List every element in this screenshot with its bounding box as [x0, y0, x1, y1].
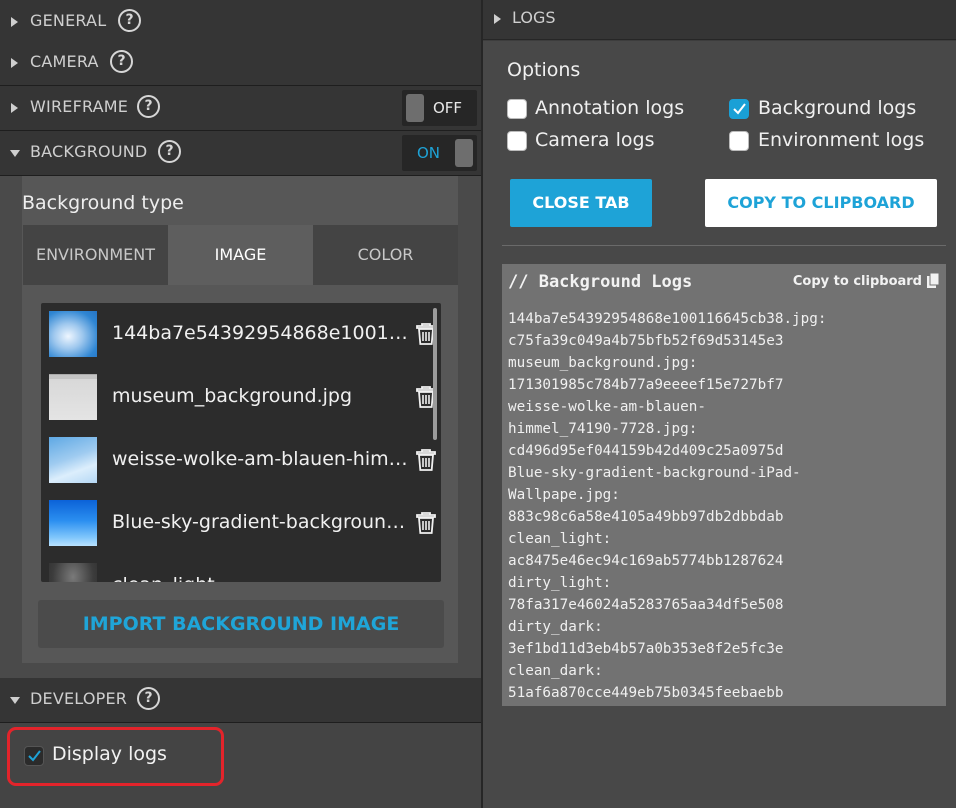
log-line: 78fa317e46024a5283765aa34df5e508: [508, 597, 784, 613]
toggle-knob: [406, 94, 424, 122]
help-icon[interactable]: ?: [137, 687, 160, 710]
wireframe-toggle[interactable]: OFF: [402, 90, 477, 126]
settings-panel: GENERAL ? CAMERA ? WIREFRAME ? OFF BACKG…: [0, 0, 481, 808]
tab-image[interactable]: IMAGE: [168, 225, 313, 285]
help-icon[interactable]: ?: [137, 95, 160, 118]
section-wireframe-title: WIREFRAME: [30, 97, 129, 116]
display-logs-option[interactable]: Display logs: [7, 727, 224, 786]
camera-logs-checkbox[interactable]: [507, 131, 527, 151]
list-item[interactable]: Blue-sky-gradient-background-iPad-Wallpa…: [41, 492, 441, 554]
display-logs-checkbox[interactable]: [24, 746, 44, 766]
image-name: weisse-wolke-am-blauen-himmel_74190-7728…: [112, 448, 412, 470]
log-line: 3ef1bd11d3eb4b57a0b353e8f2e5fc3e: [508, 641, 784, 657]
expand-arrow-icon: [11, 103, 18, 113]
section-background[interactable]: BACKGROUND ? ON: [0, 131, 481, 176]
image-thumbnail: [49, 500, 97, 546]
close-tab-button[interactable]: CLOSE TAB: [510, 179, 652, 227]
log-line: Wallpape.jpg:: [508, 487, 620, 503]
checkmark-icon: [733, 103, 746, 115]
clipboard-icon[interactable]: [926, 273, 940, 289]
list-item[interactable]: clean_light: [41, 555, 441, 582]
background-logs-checkbox[interactable]: [729, 99, 749, 119]
section-wireframe[interactable]: WIREFRAME ? OFF: [0, 86, 481, 131]
log-line: cd496d95ef044159b42d409c25a0975d: [508, 443, 784, 459]
section-camera[interactable]: CAMERA ?: [0, 41, 481, 86]
environment-logs-checkbox[interactable]: [729, 131, 749, 151]
image-name: clean_light: [112, 574, 412, 582]
log-line: 51af6a870cce449eb75b0345feebaebb: [508, 685, 784, 701]
log-line: himmel_74190-7728.jpg:: [508, 421, 698, 437]
list-item[interactable]: 144ba7e54392954868e100116645cb38.jpg: [41, 303, 441, 365]
help-icon[interactable]: ?: [158, 140, 181, 163]
tab-environment[interactable]: ENVIRONMENT: [23, 225, 168, 285]
toggle-state-label: ON: [417, 144, 441, 162]
image-name: Blue-sky-gradient-background-iPad-Wallpa…: [112, 511, 412, 533]
list-item[interactable]: weisse-wolke-am-blauen-himmel_74190-7728…: [41, 429, 441, 491]
expand-arrow-icon: [11, 58, 18, 68]
trash-icon[interactable]: [415, 448, 437, 472]
image-name: 144ba7e54392954868e100116645cb38.jpg: [112, 322, 412, 344]
log-line: museum_background.jpg:: [508, 355, 698, 371]
background-toggle[interactable]: ON: [402, 135, 477, 171]
expand-arrow-icon: [494, 14, 501, 24]
toggle-state-label: OFF: [433, 99, 463, 117]
options-heading: Options: [507, 59, 581, 81]
collapse-arrow-icon: [10, 150, 20, 157]
log-lines: 144ba7e54392954868e100116645cb38.jpg: c75…: [508, 308, 938, 704]
image-name: museum_background.jpg: [112, 385, 353, 407]
image-thumbnail: [49, 563, 97, 582]
annotation-logs-checkbox[interactable]: [507, 99, 527, 119]
section-general[interactable]: GENERAL ?: [0, 0, 481, 45]
image-thumbnail: [49, 437, 97, 483]
section-developer-title: DEVELOPER: [30, 689, 128, 708]
log-line: 144ba7e54392954868e100116645cb38.jpg:: [508, 311, 827, 327]
section-background-title: BACKGROUND: [30, 142, 148, 161]
logs-title: LOGS: [512, 8, 556, 27]
log-output: // Background Logs Copy to clipboard 144…: [502, 264, 946, 706]
copy-to-clipboard-button[interactable]: COPY TO CLIPBOARD: [705, 179, 937, 227]
log-line: weisse-wolke-am-blauen-: [508, 399, 706, 415]
section-general-title: GENERAL: [30, 11, 107, 30]
trash-icon[interactable]: [415, 511, 437, 535]
background-image-list[interactable]: 144ba7e54392954868e100116645cb38.jpg mus…: [41, 303, 441, 582]
annotation-logs-label: Annotation logs: [535, 97, 685, 119]
toggle-knob: [455, 139, 473, 167]
checkmark-icon: [28, 750, 41, 762]
collapse-arrow-icon: [10, 697, 20, 704]
log-line: clean_light:: [508, 531, 612, 547]
log-line: dirty_dark:: [508, 619, 603, 635]
section-developer[interactable]: DEVELOPER ?: [0, 678, 481, 723]
log-line: c75fa39c049a4b75bfb52f69d53145e3: [508, 333, 784, 349]
log-line: ac8475e46ec94c169ab5774bb1287624: [508, 553, 784, 569]
divider: [502, 245, 946, 246]
environment-logs-label: Environment logs: [758, 129, 925, 151]
log-line: 171301985c784b77a9eeeef15e727bf7: [508, 377, 784, 393]
section-camera-title: CAMERA: [30, 52, 99, 71]
camera-logs-label: Camera logs: [535, 129, 655, 151]
log-line: clean_dark:: [508, 663, 603, 679]
log-line: 883c98c6a58e4105a49bb97db2dbbdab: [508, 509, 784, 525]
log-title: // Background Logs: [508, 272, 693, 292]
image-thumbnail: [49, 374, 97, 420]
help-icon[interactable]: ?: [118, 9, 141, 32]
log-line: Blue-sky-gradient-background-iPad-: [508, 465, 801, 481]
log-line: dirty_light:: [508, 575, 612, 591]
help-icon[interactable]: ?: [110, 50, 133, 73]
list-scrollbar[interactable]: [433, 308, 437, 440]
list-item[interactable]: museum_background.jpg: [41, 366, 441, 428]
logs-panel: LOGS Options Annotation logs Background …: [481, 0, 956, 808]
tab-color[interactable]: COLOR: [313, 225, 458, 285]
import-background-image-button[interactable]: IMPORT BACKGROUND IMAGE: [38, 600, 444, 648]
log-copy-link[interactable]: Copy to clipboard: [793, 274, 922, 289]
logs-header[interactable]: LOGS: [483, 0, 956, 40]
display-logs-label: Display logs: [52, 743, 167, 765]
image-thumbnail: [49, 311, 97, 357]
background-type-tabs: ENVIRONMENT IMAGE COLOR: [23, 225, 458, 285]
background-logs-label: Background logs: [758, 97, 917, 119]
expand-arrow-icon: [11, 17, 18, 27]
background-type-label: Background type: [22, 192, 184, 214]
